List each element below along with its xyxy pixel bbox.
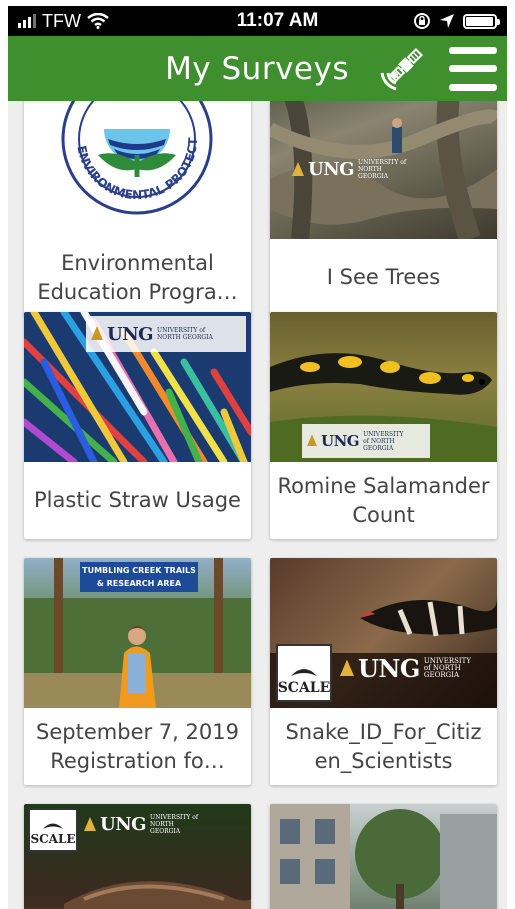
satellite-icon	[380, 47, 423, 90]
survey-title: Snake_ID_For_Citiz en_Scientists	[285, 719, 482, 773]
ung-flame-icon	[340, 659, 354, 676]
ung-logo: UNG UNIVERSITY of NORTH GEORGIA	[340, 654, 471, 683]
ung-flame-icon	[292, 161, 304, 176]
epa-logo-icon: ENVIRONMENTAL PROTECTION AGENCY	[24, 101, 213, 215]
street-photo-art	[270, 804, 497, 909]
menu-icon-bar	[449, 65, 497, 72]
status-left: TFW	[8, 11, 188, 32]
survey-title: September 7, 2019 Registration fo…	[36, 719, 239, 773]
location-arrow-icon	[440, 14, 454, 28]
ung-logo: UNG UNIVERSITY of NORTH GEORGIA	[84, 814, 200, 835]
status-time: 11:07 AM	[236, 10, 319, 31]
wifi-icon	[87, 13, 109, 29]
signal-icon	[18, 14, 36, 28]
scale-logo: SCALE	[276, 644, 332, 702]
satellite-button[interactable]	[375, 42, 429, 96]
survey-list[interactable]: ENVIRONMENTAL PROTECTION AGENCY Environm…	[8, 101, 507, 909]
straws-photo: UNG UNIVERSITY of NORTH GEORGIA	[24, 312, 251, 462]
survey-card-environmental-education[interactable]: ENVIRONMENTAL PROTECTION AGENCY Environm…	[24, 101, 251, 316]
rotation-lock-icon	[414, 13, 430, 29]
trail-sign: TUMBLING CREEK TRAILS & RESEARCH AREA	[80, 562, 198, 592]
survey-title: Plastic Straw Usage	[34, 488, 241, 512]
ung-flame-icon	[84, 816, 96, 831]
scale-logo: SCALE	[28, 808, 78, 852]
trail-photo: TUMBLING CREEK TRAILS & RESEARCH AREA	[24, 558, 251, 708]
survey-card-romine-salamander[interactable]: UNG UNIVERSITY of NORTH GEORGIA Romine S…	[270, 312, 497, 539]
tree-photo: UNG UNIVERSITY of NORTH GEORGIA	[270, 101, 497, 239]
salamander-photo: UNG UNIVERSITY of NORTH GEORGIA	[270, 312, 497, 462]
menu-button[interactable]	[449, 46, 497, 91]
survey-card-8[interactable]	[270, 804, 497, 909]
survey-card-plastic-straw[interactable]: UNG UNIVERSITY of NORTH GEORGIA Plastic …	[24, 312, 251, 539]
survey-card-7[interactable]: SCALE UNG UNIVERSITY of NORTH GEORGIA	[24, 804, 251, 909]
page-title: My Surveys	[165, 50, 349, 87]
status-right	[367, 12, 507, 30]
battery-fill	[466, 16, 493, 26]
snake-photo: SCALE UNG UNIVERSITY of NORTH GEORGIA	[270, 558, 497, 708]
hawk-icon	[291, 669, 317, 676]
battery-icon	[463, 13, 500, 29]
survey-card-snake-id[interactable]: SCALE UNG UNIVERSITY of NORTH GEORGIA Sn…	[270, 558, 497, 785]
ung-flame-icon	[91, 326, 103, 340]
snake2-photo: SCALE UNG UNIVERSITY of NORTH GEORGIA	[24, 804, 251, 909]
status-bar: TFW 11:07 AM	[8, 6, 507, 36]
hawk-icon	[42, 823, 64, 829]
survey-title: Romine Salamander Count	[277, 473, 490, 527]
ung-logo: UNG UNIVERSITY of NORTH GEORGIA	[86, 316, 246, 352]
ung-logo: UNG UNIVERSITY of NORTH GEORGIA	[292, 159, 408, 180]
menu-icon-bar	[449, 83, 497, 91]
survey-card-september-registration[interactable]: TUMBLING CREEK TRAILS & RESEARCH AREA Se…	[24, 558, 251, 785]
survey-title: I See Trees	[326, 265, 441, 289]
app-header: My Surveys	[8, 36, 507, 101]
menu-icon-bar	[449, 46, 497, 54]
carrier-label: TFW	[42, 10, 81, 31]
ung-logo: UNG UNIVERSITY of NORTH GEORGIA	[302, 424, 430, 458]
epa-logo-image: ENVIRONMENTAL PROTECTION AGENCY	[24, 101, 251, 239]
ung-flame-icon	[307, 434, 317, 446]
survey-card-i-see-trees[interactable]: UNG UNIVERSITY of NORTH GEORGIA I See Tr…	[270, 101, 497, 316]
survey-title: Environmental Education Progra…	[37, 250, 238, 304]
street-photo	[270, 804, 497, 909]
